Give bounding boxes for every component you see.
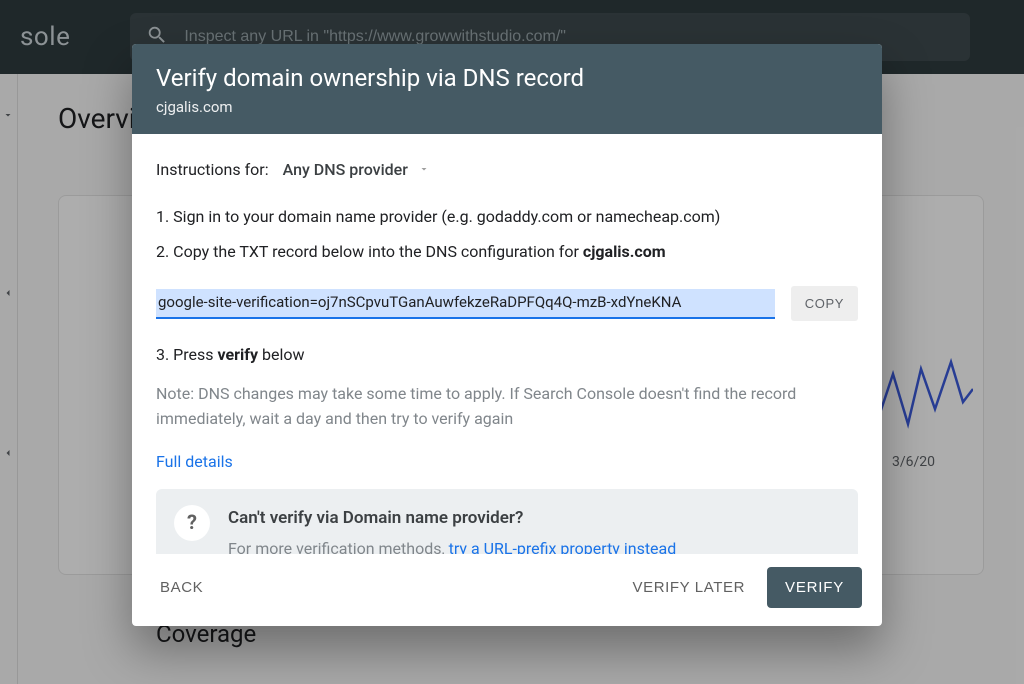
modal-footer: BACK VERIFY LATER VERIFY bbox=[132, 554, 882, 626]
verify-later-button[interactable]: VERIFY LATER bbox=[625, 569, 754, 606]
dns-note: Note: DNS changes may take some time to … bbox=[156, 382, 858, 432]
dns-provider-value: Any DNS provider bbox=[283, 158, 408, 183]
help-title: Can't verify via Domain name provider? bbox=[228, 505, 676, 531]
full-details-link[interactable]: Full details bbox=[156, 450, 858, 475]
help-panel: ? Can't verify via Domain name provider?… bbox=[156, 489, 858, 554]
step-1: 1. Sign in to your domain name provider … bbox=[156, 205, 858, 230]
verify-domain-modal: Verify domain ownership via DNS record c… bbox=[132, 44, 882, 626]
modal-header: Verify domain ownership via DNS record c… bbox=[132, 44, 882, 134]
step-3: 3. Press verify below bbox=[156, 343, 858, 368]
step-2: 2. Copy the TXT record below into the DN… bbox=[156, 240, 858, 265]
txt-record-row: google-site-verification=oj7nSCpvuTGanAu… bbox=[156, 286, 858, 321]
url-prefix-link[interactable]: try a URL-prefix property instead bbox=[449, 539, 677, 554]
modal-domain: cjgalis.com bbox=[156, 98, 858, 116]
verify-button[interactable]: VERIFY bbox=[767, 567, 862, 608]
modal-body: Instructions for: Any DNS provider 1. Si… bbox=[132, 134, 882, 554]
instructions-for-label: Instructions for: bbox=[156, 158, 269, 183]
help-icon: ? bbox=[174, 505, 210, 541]
dns-provider-select[interactable]: Any DNS provider bbox=[283, 158, 430, 183]
copy-button[interactable]: COPY bbox=[791, 286, 858, 321]
back-button[interactable]: BACK bbox=[152, 569, 211, 606]
chevron-down-icon bbox=[418, 158, 430, 183]
help-text: For more verification methods, try a URL… bbox=[228, 537, 676, 554]
txt-record-value[interactable]: google-site-verification=oj7nSCpvuTGanAu… bbox=[156, 289, 775, 319]
modal-title: Verify domain ownership via DNS record bbox=[156, 64, 858, 92]
